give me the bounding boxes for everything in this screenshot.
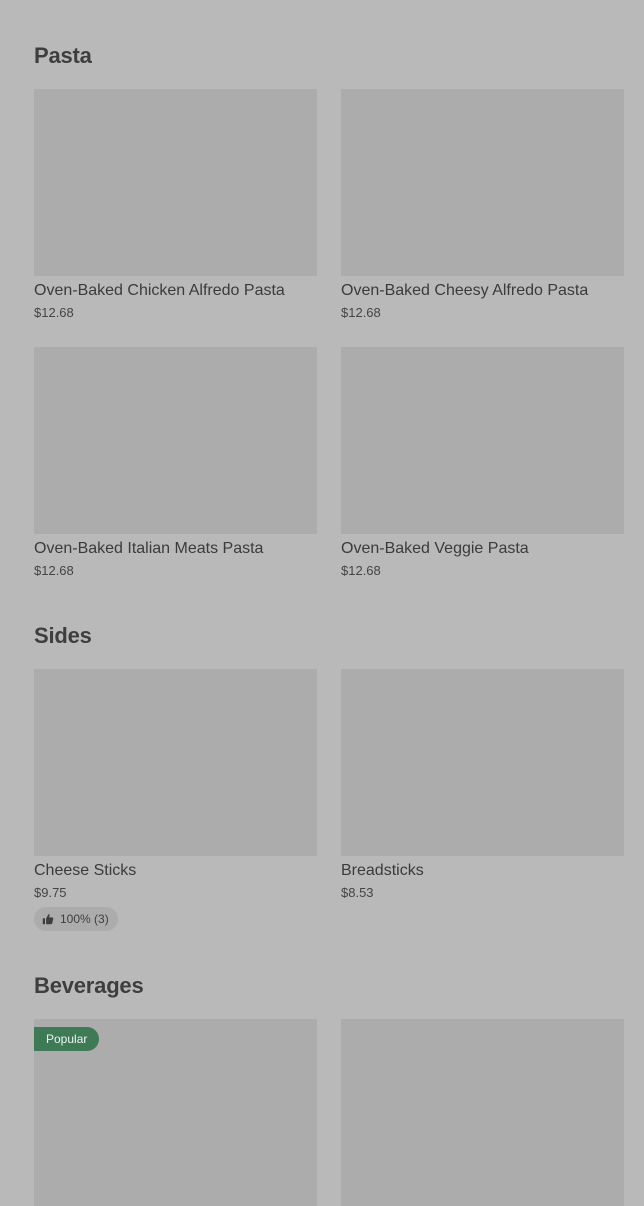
menu-item-image[interactable] <box>341 347 624 534</box>
menu-item-card[interactable]: Oven-Baked Chicken Alfredo Pasta $12.68 <box>34 89 317 321</box>
menu-item-price: $12.68 <box>341 563 381 578</box>
menu-item-name: Cheese Sticks <box>34 862 137 879</box>
menu-item-image[interactable] <box>34 669 317 856</box>
menu-item-name: Oven-Baked Italian Meats Pasta <box>34 540 264 557</box>
rating-badge: 100% (3) <box>34 907 118 931</box>
menu-item-price: $8.53 <box>341 885 374 900</box>
menu-item-image[interactable] <box>34 347 317 534</box>
menu-item-image[interactable] <box>341 89 624 276</box>
menu-item-card[interactable]: Oven-Baked Veggie Pasta $12.68 <box>341 347 624 579</box>
menu-item-card[interactable]: Oven-Baked Italian Meats Pasta $12.68 <box>34 347 317 579</box>
section-title-sides: Sides <box>34 623 92 648</box>
menu-item-image[interactable]: Popular <box>34 1019 317 1206</box>
menu-item-image[interactable] <box>341 1019 624 1206</box>
menu-item-name: Oven-Baked Cheesy Alfredo Pasta <box>341 282 589 299</box>
menu-item-card[interactable]: Breadsticks $8.53 <box>341 669 624 901</box>
popular-badge: Popular <box>34 1027 100 1051</box>
menu-item-image[interactable] <box>341 669 624 856</box>
menu-item-price: $9.75 <box>34 885 67 900</box>
menu-item-price: $12.68 <box>34 563 74 578</box>
rating-text: 100% (3) <box>60 912 109 926</box>
menu-item-card[interactable] <box>341 1019 624 1206</box>
menu-item-image[interactable] <box>34 89 317 276</box>
menu-item-price: $12.68 <box>34 305 74 320</box>
section-title-pasta: Pasta <box>34 43 92 68</box>
menu-item-price: $12.68 <box>341 305 381 320</box>
previous-section-cutoff <box>34 0 624 4</box>
menu-item-card[interactable]: Cheese Sticks $9.75 100% (3) <box>34 669 317 931</box>
menu-item-card[interactable]: Oven-Baked Cheesy Alfredo Pasta $12.68 <box>341 89 624 321</box>
menu-item-card[interactable]: Popular <box>34 1019 317 1206</box>
menu-item-name: Oven-Baked Chicken Alfredo Pasta <box>34 282 285 299</box>
section-title-beverages: Beverages <box>34 973 144 998</box>
menu-item-name: Breadsticks <box>341 862 424 879</box>
thumbs-up-icon <box>42 913 54 925</box>
menu-item-name: Oven-Baked Veggie Pasta <box>341 540 529 557</box>
